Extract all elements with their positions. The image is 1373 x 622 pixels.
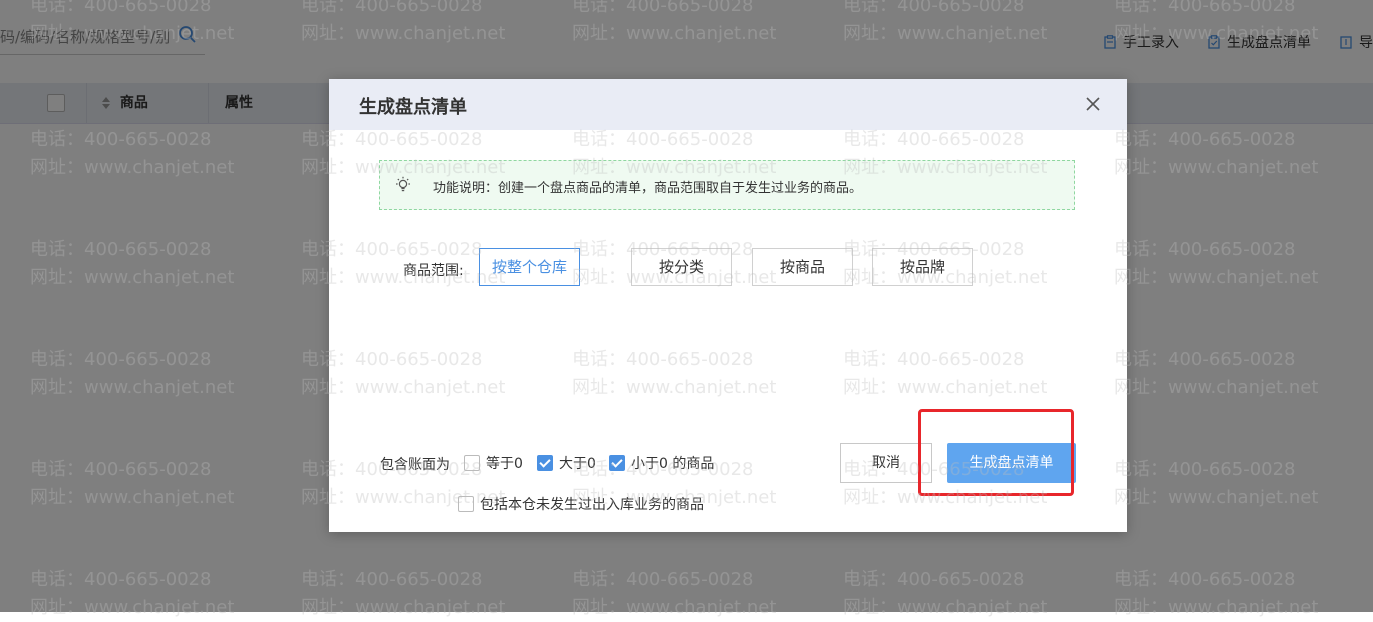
include-no-transaction-label: 包括本仓未发生过出入库业务的商品 xyxy=(480,497,704,513)
dialog-header: 生成盘点清单 xyxy=(329,79,1127,130)
close-icon[interactable] xyxy=(1085,96,1101,112)
scope-label: 商品范围: xyxy=(403,263,464,279)
scope-option-whole-warehouse[interactable]: 按整个仓库 xyxy=(479,248,580,286)
include-no-transaction-option[interactable]: 包括本仓未发生过出入库业务的商品 xyxy=(458,494,704,514)
include-greater-zero-option[interactable]: 大于0 xyxy=(537,453,596,473)
include-greater-zero-checkbox[interactable] xyxy=(537,455,553,471)
include-no-transaction-checkbox[interactable] xyxy=(458,496,474,512)
include-less-zero-option[interactable]: 小于0 的商品 xyxy=(609,453,714,473)
include-equal-zero-label: 等于0 xyxy=(486,456,523,472)
include-equal-zero-option[interactable]: 等于0 xyxy=(464,453,523,473)
highlight-annotation-box xyxy=(918,409,1074,496)
include-less-zero-checkbox[interactable] xyxy=(609,455,625,471)
include-equal-zero-checkbox[interactable] xyxy=(464,455,480,471)
include-less-zero-label: 小于0 的商品 xyxy=(631,456,715,472)
scope-option-category[interactable]: 按分类 xyxy=(631,248,732,286)
notice-text: 功能说明：创建一个盘点商品的清单，商品范围取自于发生过业务的商品。 xyxy=(433,181,863,196)
include-balance-label: 包含账面为 xyxy=(380,457,450,473)
feature-notice: 功能说明：创建一个盘点商品的清单，商品范围取自于发生过业务的商品。 xyxy=(379,160,1075,210)
scope-option-brand[interactable]: 按品牌 xyxy=(872,248,973,286)
lightbulb-icon xyxy=(396,176,410,192)
scope-option-product[interactable]: 按商品 xyxy=(752,248,853,286)
dialog-title: 生成盘点清单 xyxy=(359,97,467,118)
include-greater-zero-label: 大于0 xyxy=(559,456,596,472)
